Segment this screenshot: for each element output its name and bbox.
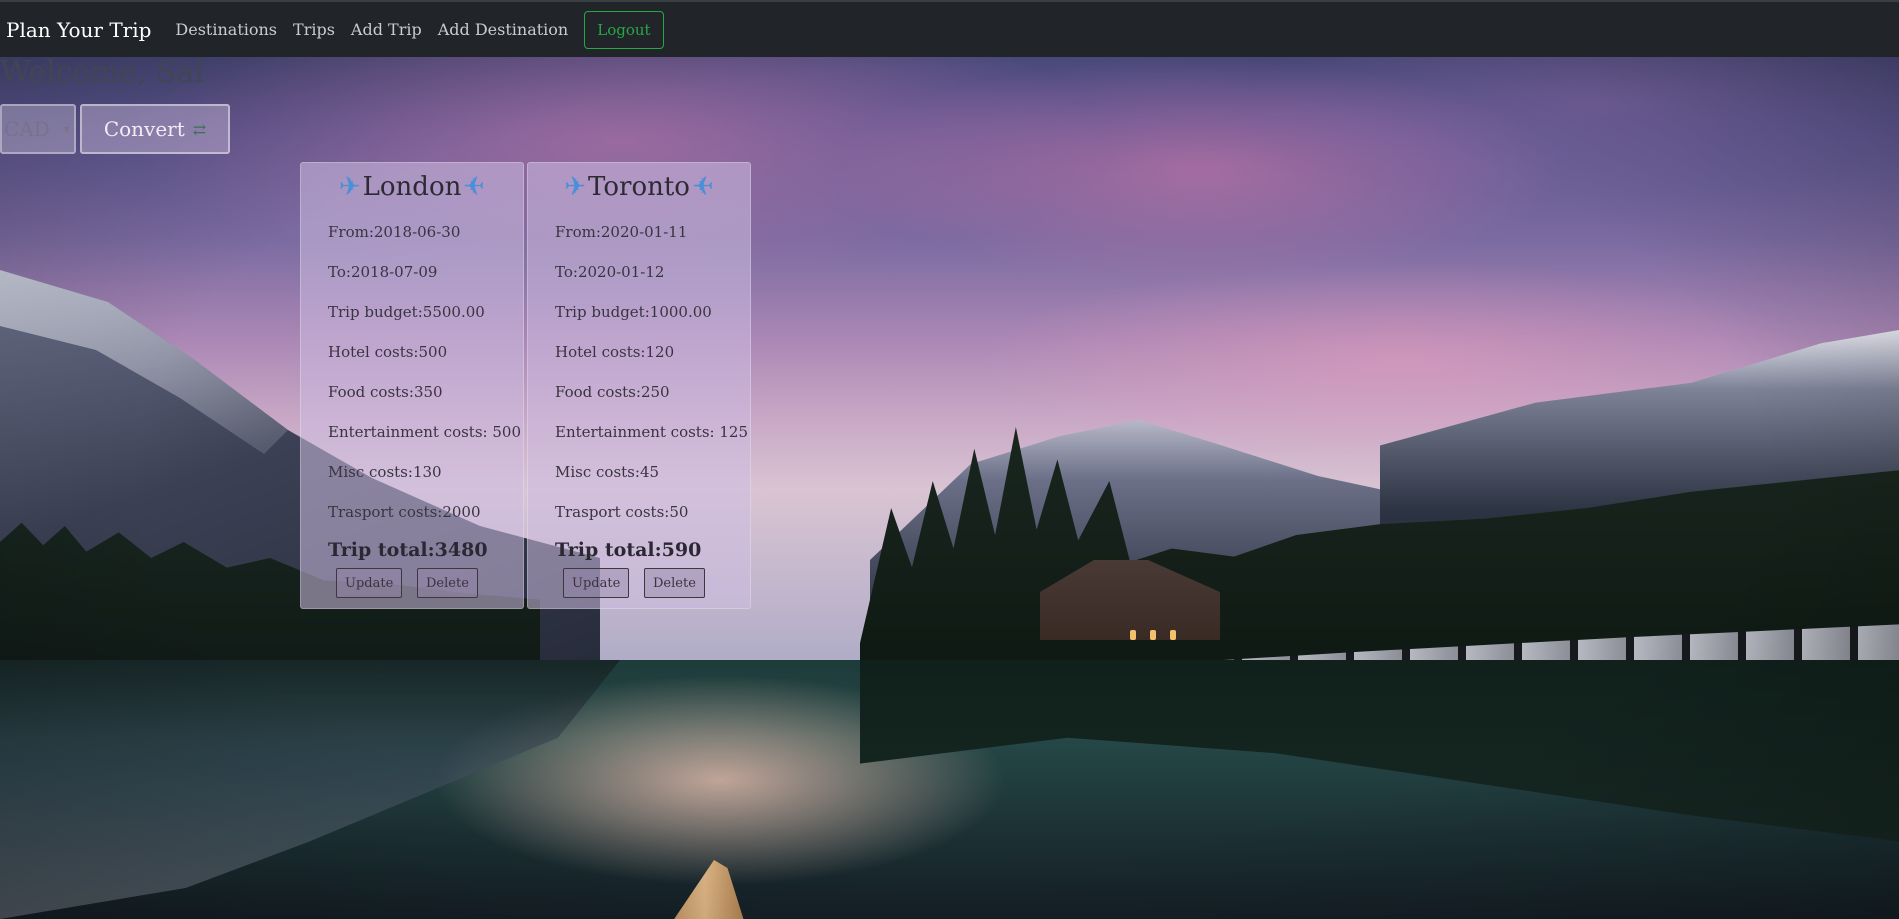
update-button[interactable]: Update [336, 568, 403, 598]
trip-from: From:2020-01-11 [555, 223, 688, 241]
chevron-down-icon: ▾ [63, 122, 70, 136]
logout-button[interactable]: Logout [584, 10, 664, 49]
trip-entertainment-costs: Entertainment costs: 125 [555, 423, 748, 441]
trip-misc-costs: Misc costs:130 [328, 463, 442, 481]
currency-select[interactable]: CAD ▾ [0, 104, 76, 154]
airplane-icon: ✈ [338, 172, 361, 202]
airplane-icon: ✈ [691, 172, 714, 202]
nav-link-add-trip[interactable]: Add Trip [351, 20, 422, 39]
trip-card-title: ✈ London ✈ [301, 163, 523, 211]
airplane-icon: ✈ [564, 172, 587, 202]
delete-button[interactable]: Delete [417, 568, 478, 598]
trip-food-costs: Food costs:250 [555, 383, 670, 401]
trip-entertainment-costs: Entertainment costs: 500 [328, 423, 521, 441]
airplane-icon: ✈ [463, 172, 486, 202]
trip-from: From:2018-06-30 [328, 223, 461, 241]
vignette [0, 0, 1899, 919]
trip-to: To:2018-07-09 [328, 263, 438, 281]
trip-hotel-costs: Hotel costs:500 [328, 343, 448, 361]
trip-food-costs: Food costs:350 [328, 383, 443, 401]
swap-icon: ⇄ [192, 119, 207, 139]
nav-link-trips[interactable]: Trips [293, 20, 335, 39]
trip-name: London [362, 172, 462, 202]
nav-link-add-destination[interactable]: Add Destination [438, 20, 569, 39]
delete-button[interactable]: Delete [644, 568, 705, 598]
nav-link-destinations[interactable]: Destinations [175, 20, 277, 39]
trip-budget: Trip budget:5500.00 [328, 303, 485, 321]
trip-transport-costs: Trasport costs:2000 [328, 503, 481, 521]
trip-card-title: ✈ Toronto ✈ [528, 163, 750, 211]
convert-button[interactable]: Convert ⇄ [80, 104, 230, 154]
navbar: Plan Your Trip Destinations Trips Add Tr… [0, 0, 1899, 57]
trip-misc-costs: Misc costs:45 [555, 463, 660, 481]
trip-to: To:2020-01-12 [555, 263, 665, 281]
trip-name: Toronto [588, 172, 690, 202]
convert-label: Convert [103, 117, 185, 141]
trip-budget: Trip budget:1000.00 [555, 303, 712, 321]
trip-total: Trip total:3480 [328, 539, 488, 561]
background-landscape-image [0, 0, 1899, 919]
trip-card: ✈ Toronto ✈ From:2020-01-11 To:2020-01-1… [527, 162, 751, 609]
trip-total: Trip total:590 [555, 539, 702, 561]
update-button[interactable]: Update [563, 568, 630, 598]
welcome-heading: Welcome, Sal [0, 55, 204, 90]
brand-link[interactable]: Plan Your Trip [6, 18, 151, 42]
trip-card: ✈ London ✈ From:2018-06-30 To:2018-07-09… [300, 162, 524, 609]
trip-transport-costs: Trasport costs:50 [555, 503, 689, 521]
trip-hotel-costs: Hotel costs:120 [555, 343, 675, 361]
currency-value: CAD [4, 117, 50, 141]
